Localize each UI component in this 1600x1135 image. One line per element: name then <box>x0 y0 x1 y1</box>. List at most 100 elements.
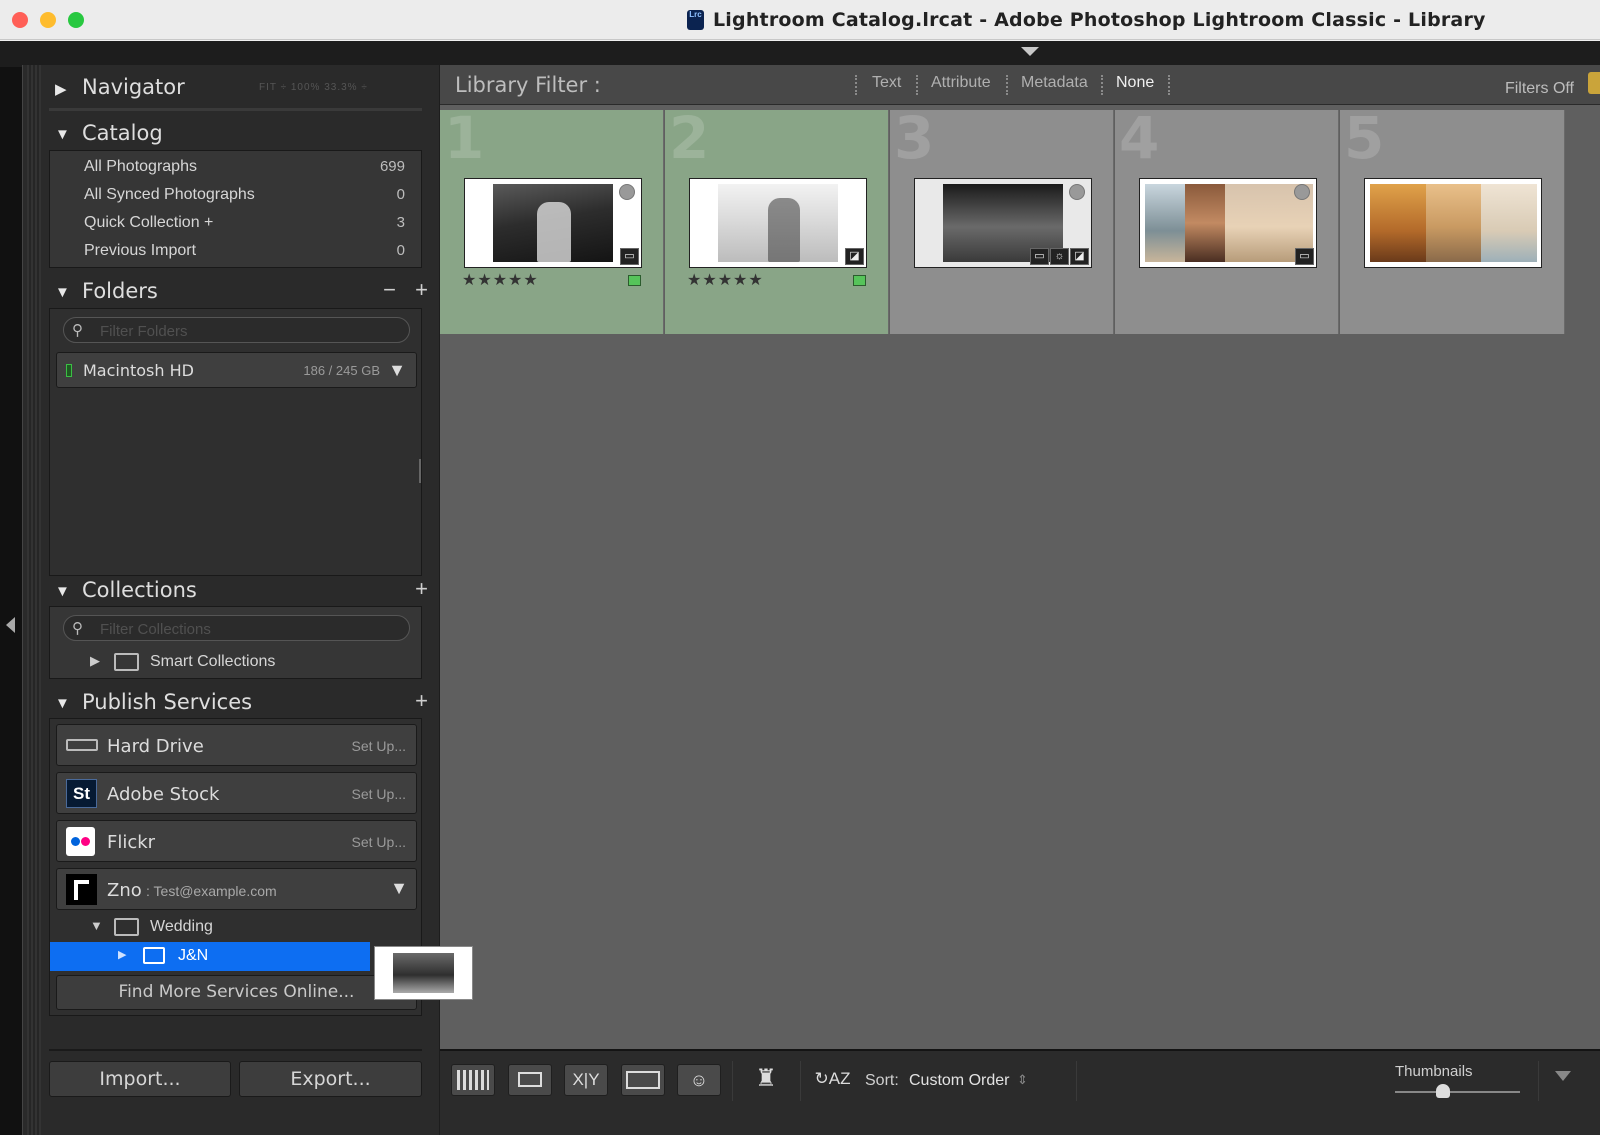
grid-cell[interactable]: 2 ◪ ★★★★★ <box>665 104 889 334</box>
left-panel-collapse-icon[interactable] <box>6 617 15 633</box>
add-publish-service-icon[interactable]: + <box>415 688 428 714</box>
maximize-window-button[interactable] <box>68 12 84 28</box>
compare-view-button[interactable]: X|Y <box>564 1064 608 1096</box>
service-setup-button[interactable]: Set Up... <box>352 738 406 754</box>
expand-triangle-icon[interactable]: ▶ <box>90 653 100 669</box>
quick-collection-marker-icon[interactable] <box>619 184 635 200</box>
sort-direction-button[interactable]: ↻AZ <box>810 1064 855 1096</box>
navigator-zoom-presets[interactable]: FIT ÷ 100% 33.3% ÷ <box>259 82 368 93</box>
published-set-wedding[interactable]: ▼ Wedding <box>50 914 421 940</box>
close-window-button[interactable] <box>12 12 28 28</box>
grid-view-button[interactable] <box>451 1064 495 1096</box>
add-folder-icon[interactable]: + <box>415 277 428 303</box>
filter-none-tab[interactable]: None <box>1116 74 1154 92</box>
thumbnail[interactable] <box>1364 178 1542 268</box>
filter-metadata-tab[interactable]: Metadata <box>1021 74 1088 92</box>
drag-preview-thumbnail <box>374 946 473 1000</box>
published-collection-jn[interactable]: ▶ J&N <box>50 942 370 971</box>
quick-collection-marker-icon[interactable] <box>1294 184 1310 200</box>
volume-menu-icon[interactable]: ▼ <box>388 360 406 381</box>
navigator-header[interactable]: ▶ Navigator FIT ÷ 100% 33.3% ÷ <box>49 67 434 107</box>
filter-presets-dropdown[interactable]: Filters Off <box>1505 80 1574 98</box>
left-panel-edge[interactable] <box>0 67 22 1135</box>
photo-image <box>718 184 838 262</box>
service-name: Hard Drive <box>107 736 204 757</box>
develop-adjust-badge-icon[interactable]: ◪ <box>845 248 864 265</box>
expand-triangle-icon[interactable]: ▶ <box>55 80 67 98</box>
catalog-item-all-photographs[interactable]: All Photographs 699 <box>50 153 421 181</box>
filter-collections-search[interactable]: ⚲ <box>63 615 410 641</box>
grid-cell[interactable]: 4 ▭ <box>1115 104 1339 334</box>
volume-macintosh-hd[interactable]: Macintosh HD 186 / 245 GB ▼ <box>56 352 417 388</box>
import-button[interactable]: Import... <box>49 1061 231 1097</box>
thumbnail[interactable]: ◪ <box>689 178 867 268</box>
photo-image <box>1370 184 1426 262</box>
collection-badge-icon[interactable]: ▭ <box>620 248 639 265</box>
folders-header[interactable]: ▼ Folders − + <box>49 271 434 311</box>
catalog-item-previous-import[interactable]: Previous Import 0 <box>50 237 421 265</box>
filter-text-tab[interactable]: Text <box>872 74 901 92</box>
sort-order-dropdown[interactable]: Custom Order <box>909 1072 1009 1090</box>
filter-folders-search[interactable]: ⚲ <box>63 317 410 343</box>
service-zno[interactable]: Zno : Test@example.com ▼ <box>56 868 417 910</box>
face-icon: ☺ <box>689 1070 709 1090</box>
folders-scrollbar[interactable] <box>419 459 421 483</box>
loupe-view-button[interactable] <box>508 1064 552 1096</box>
grid-cell[interactable]: 1 ▭ ★★★★★ <box>440 104 664 334</box>
collapse-triangle-icon[interactable]: ▼ <box>55 126 70 143</box>
service-menu-icon[interactable]: ▼ <box>390 878 408 899</box>
thumbnail-size-slider-knob[interactable] <box>1436 1084 1450 1098</box>
collapse-triangle-icon[interactable]: ▼ <box>90 918 103 933</box>
collapse-triangle-icon[interactable]: ▼ <box>55 284 70 301</box>
catalog-item-quick-collection[interactable]: Quick Collection + 3 <box>50 209 421 237</box>
collections-title: Collections <box>82 578 197 602</box>
color-label-icon[interactable] <box>853 275 866 286</box>
chevron-updown-icon[interactable]: ⇕ <box>1017 1072 1028 1088</box>
add-collection-icon[interactable]: + <box>415 576 428 602</box>
star-rating[interactable]: ★★★★★ <box>462 270 539 290</box>
quick-collection-marker-icon[interactable] <box>1069 184 1085 200</box>
publish-services-header[interactable]: ▼ Publish Services + <box>49 682 434 722</box>
volume-name: Macintosh HD <box>83 361 194 380</box>
thumbnail[interactable]: ▭ ☼ ◪ <box>914 178 1092 268</box>
star-rating[interactable]: ★★★★★ <box>687 270 764 290</box>
filter-folders-input[interactable] <box>100 321 400 341</box>
grid-cell[interactable]: 3 ▭ ☼ ◪ <box>890 104 1114 334</box>
crop-badge-icon[interactable]: ☼ <box>1050 248 1069 265</box>
collection-badge-icon[interactable]: ▭ <box>1295 248 1314 265</box>
catalog-header[interactable]: ▼ Catalog <box>49 113 434 153</box>
collapse-triangle-icon[interactable]: ▼ <box>55 583 70 600</box>
painter-tool-button[interactable]: ♜ <box>751 1064 781 1096</box>
color-label-icon[interactable] <box>628 275 641 286</box>
grid-cell[interactable]: 5 <box>1340 104 1565 334</box>
filter-collections-input[interactable] <box>100 619 400 639</box>
service-adobe-stock[interactable]: St Adobe Stock Set Up... <box>56 772 417 814</box>
service-setup-button[interactable]: Set Up... <box>352 834 406 850</box>
people-view-button[interactable]: ☺ <box>677 1064 721 1096</box>
filter-attribute-tab[interactable]: Attribute <box>931 74 991 92</box>
survey-view-button[interactable] <box>621 1064 665 1096</box>
catalog-item-label: Previous Import <box>84 242 197 259</box>
top-panel-toggle-icon[interactable] <box>1021 47 1039 56</box>
remove-folder-icon[interactable]: − <box>383 277 396 303</box>
export-button[interactable]: Export... <box>239 1061 422 1097</box>
thumbnail[interactable]: ▭ <box>1139 178 1317 268</box>
thumbnail-size-slider[interactable] <box>1395 1091 1520 1093</box>
service-setup-button[interactable]: Set Up... <box>352 786 406 802</box>
catalog-item-all-synced[interactable]: All Synced Photographs 0 <box>50 181 421 209</box>
collection-item-smart-collections[interactable]: ▶ Smart Collections <box>50 648 421 676</box>
collection-badge-icon[interactable]: ▭ <box>1030 248 1049 265</box>
toolbar-options-chevron-icon[interactable] <box>1555 1071 1571 1081</box>
service-hard-drive[interactable]: Hard Drive Set Up... <box>56 724 417 766</box>
collections-header[interactable]: ▼ Collections + <box>49 570 434 610</box>
thumbnail[interactable]: ▭ <box>464 178 642 268</box>
minimize-window-button[interactable] <box>40 12 56 28</box>
toolbar-separator <box>732 1061 733 1101</box>
develop-adjust-badge-icon[interactable]: ◪ <box>1070 248 1089 265</box>
service-flickr[interactable]: Flickr Set Up... <box>56 820 417 862</box>
find-more-services-button[interactable]: Find More Services Online... <box>56 975 417 1010</box>
collapse-triangle-icon[interactable]: ▼ <box>55 695 70 712</box>
expand-triangle-icon[interactable]: ▶ <box>118 948 126 961</box>
collection-set-icon <box>114 918 139 936</box>
lock-icon[interactable] <box>1588 72 1600 94</box>
